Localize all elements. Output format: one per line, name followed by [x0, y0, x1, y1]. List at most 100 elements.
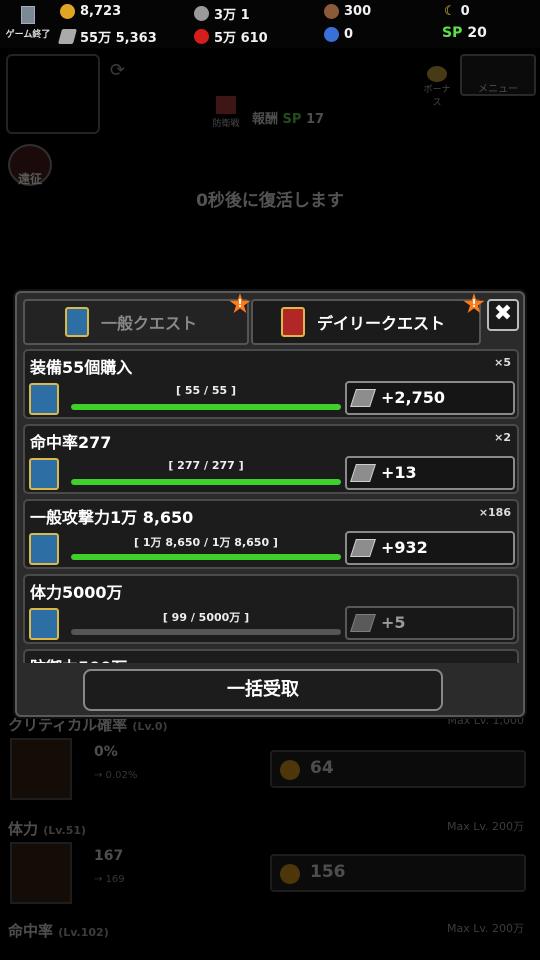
quest-progress-bar: [71, 629, 341, 635]
upgrade-value: 167: [94, 848, 124, 864]
quest-multiplier: ×5: [494, 356, 511, 369]
armor-icon: [10, 842, 72, 904]
tab-daily-quest[interactable]: デイリークエスト !: [251, 293, 485, 345]
menu-button[interactable]: メニュー: [460, 54, 536, 96]
ingot-icon: [350, 464, 376, 482]
door-icon: [21, 6, 35, 24]
quest-item: 体力5000万 [ 99 / 5000万 ] +5: [23, 574, 519, 644]
upgrade-next: → 169: [94, 874, 125, 885]
quest-progress-fill: [71, 554, 341, 560]
quest-book-icon: [29, 608, 59, 640]
upgrade-row: 命中率 (Lv.102) Max Lv. 200万: [8, 920, 532, 960]
reward-sp-value: 17: [305, 112, 325, 127]
gold-coin-icon: [60, 4, 75, 19]
quest-reward-button[interactable]: +5: [345, 606, 515, 640]
quest-item: 命中率277 ×2 [ 277 / 277 ] +13: [23, 424, 519, 494]
reward-label: 報酬: [252, 112, 279, 127]
reward-value: +932: [381, 538, 428, 557]
quest-book-icon: [29, 458, 59, 490]
refresh-icon[interactable]: ⟳: [110, 60, 125, 81]
reward-sp: 報酬 SP 17: [252, 108, 324, 127]
ruby-stat: 5万 610: [194, 27, 268, 46]
ingot-value: 55万 5,363: [80, 31, 157, 46]
alert-icon: !: [463, 293, 485, 314]
moon-stat: ☾ 0: [444, 4, 470, 19]
sp-stat: SP 20: [442, 25, 487, 41]
moon-value: 0: [460, 4, 470, 19]
glove-icon: [10, 738, 72, 800]
quest-name: 体力5000万: [30, 583, 123, 602]
exit-game-button[interactable]: ゲーム終了: [2, 6, 54, 40]
quest-reward-button[interactable]: +932: [345, 531, 515, 565]
reward-value: +13: [381, 463, 417, 482]
quest-book-icon: [29, 383, 59, 415]
tab-label: デイリークエスト: [317, 314, 446, 333]
quest-progress-fill: [71, 479, 341, 485]
ingot-icon: [57, 29, 78, 44]
quest-progress-bar: [71, 479, 341, 485]
ingot-stat: 55万 5,363: [57, 27, 157, 46]
ingot-icon: [350, 539, 376, 557]
upgrade-max: Max Lv. 200万: [446, 820, 524, 833]
quest-name: 防御力500万: [30, 654, 127, 663]
gold-value: 8,723: [80, 4, 122, 19]
quest-reward-button[interactable]: +2,750: [345, 381, 515, 415]
menu-label: メニュー: [478, 84, 518, 95]
alert-icon: !: [229, 293, 251, 314]
quest-book-icon: [29, 533, 59, 565]
tab-general-quest[interactable]: 一般クエスト !: [23, 293, 251, 345]
bonus-button[interactable]: ボーナス: [420, 66, 454, 108]
quest-reward-button[interactable]: +13: [345, 456, 515, 490]
character-slot[interactable]: [6, 54, 100, 134]
quest-item: 防御力500万: [23, 649, 519, 663]
bonus-label: ボーナス: [423, 85, 451, 108]
orb-icon: [324, 27, 339, 42]
silver-stat: 3万 1: [194, 4, 250, 23]
quest-progress-text: [ 277 / 277 ]: [168, 459, 244, 472]
quest-name: 装備55個購入: [30, 358, 133, 377]
bonus-icon: [427, 66, 447, 82]
collect-all-button[interactable]: 一括受取: [83, 669, 443, 711]
tab-label: 一般クエスト: [101, 314, 198, 333]
revive-timer: 0秒後に復活します: [196, 191, 344, 211]
expedition-button[interactable]: 遠征: [8, 144, 52, 186]
quest-progress-bar: [71, 554, 341, 560]
quest-modal: 一般クエスト ! デイリークエスト ! ✖ 装備55個購入 ×5 [ 55 / …: [15, 291, 525, 717]
expedition-label: 遠征: [17, 172, 42, 186]
ruby-icon: [194, 29, 209, 44]
exit-label: ゲーム終了: [5, 30, 51, 40]
silver-coin-icon: [194, 6, 209, 21]
status-bar: ゲーム終了 8,723 3万 1 300 ☾ 0 55万 5,363 5万 610…: [0, 0, 540, 48]
quest-progress-bar: [71, 404, 341, 410]
ore-icon: [324, 4, 339, 19]
defense-label: 防衛戦: [212, 119, 240, 129]
ingot-icon: [350, 389, 376, 407]
quest-progress-text: [ 1万 8,650 / 1万 8,650 ]: [134, 536, 278, 549]
sp-label: SP: [442, 25, 463, 41]
quest-book-icon: [65, 307, 89, 337]
ore-value: 300: [344, 4, 372, 19]
reward-sp-label: SP: [282, 112, 302, 127]
quest-progress-text: [ 55 / 55 ]: [175, 384, 236, 397]
upgrade-value: 0%: [94, 744, 118, 760]
gold-stat: 8,723: [60, 4, 121, 19]
defense-button[interactable]: 防衛戦: [208, 96, 244, 129]
ruby-value: 5万 610: [214, 31, 268, 46]
quest-name: 一般攻撃力1万 8,650: [30, 508, 194, 527]
ingot-icon: [350, 614, 376, 632]
upgrade-row: 体力 (Lv.51) Max Lv. 200万 167 → 169 156: [8, 818, 532, 908]
upgrade-max: Max Lv. 200万: [446, 922, 524, 935]
quest-list[interactable]: 装備55個購入 ×5 [ 55 / 55 ] +2,750 命中率277 ×2 …: [23, 349, 519, 663]
upgrade-cost-button[interactable]: 156: [270, 854, 526, 892]
upgrade-cost-button[interactable]: 64: [270, 750, 526, 788]
upgrade-row: クリティカル確率 (Lv.0) Max Lv. 1,000 0% → 0.02%…: [8, 714, 532, 804]
quest-book-icon: [281, 307, 305, 337]
quest-progress-text: [ 99 / 5000万 ]: [162, 611, 250, 624]
quest-multiplier: ×2: [494, 431, 511, 444]
moon-icon: ☾: [444, 4, 456, 19]
quest-item: 装備55個購入 ×5 [ 55 / 55 ] +2,750: [23, 349, 519, 419]
close-button[interactable]: ✖: [487, 299, 519, 331]
sp-value: 20: [467, 25, 487, 41]
quest-multiplier: ×186: [478, 506, 511, 519]
orb-stat: 0: [324, 27, 353, 42]
